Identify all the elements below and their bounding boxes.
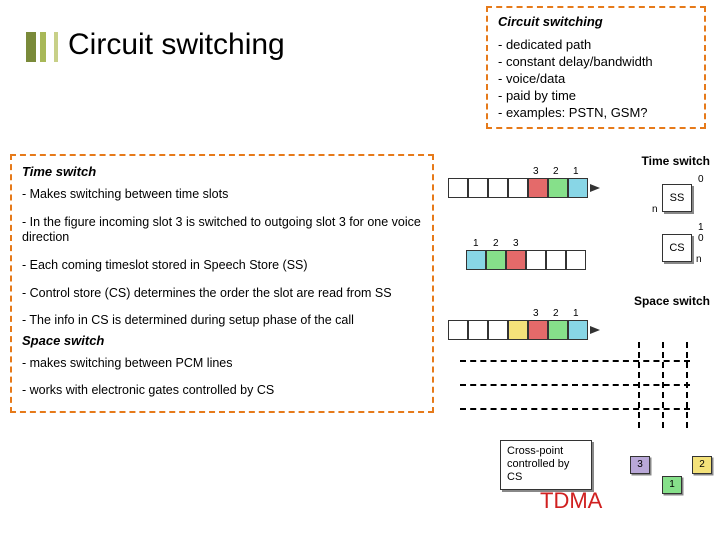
slotbar-top-output — [466, 250, 586, 270]
digit-label: 1 — [573, 166, 579, 177]
label-one-zero: 10 — [698, 222, 704, 244]
section-title-time: Time switch — [22, 164, 422, 179]
label-space-switch: Space switch — [634, 294, 710, 308]
list-item: - Control store (CS) determines the orde… — [22, 286, 422, 302]
space-switch-list: - makes switching between PCM lines - wo… — [22, 356, 422, 399]
label-n: n — [652, 204, 658, 215]
dashed-line — [686, 342, 688, 428]
digit-label: 3 — [513, 238, 519, 249]
slot-cell — [548, 320, 568, 340]
slot-cell — [468, 320, 488, 340]
arrow-icon — [590, 326, 600, 334]
callout-item: - dedicated path — [498, 37, 694, 54]
callout-item: - voice/data — [498, 71, 694, 88]
crosspoint-label: Cross-point controlled by CS — [500, 440, 592, 490]
label-time-switch: Time switch — [642, 154, 710, 168]
slot-cell — [528, 320, 548, 340]
digit-label: 1 — [573, 308, 579, 319]
slot-cell — [466, 250, 486, 270]
slot-cell — [526, 250, 546, 270]
slot-cell — [508, 178, 528, 198]
dashed-line — [638, 342, 640, 428]
dashed-line — [460, 384, 690, 386]
callout-circuit-switching: Circuit switching - dedicated path - con… — [486, 6, 706, 129]
list-item: - Each coming timeslot stored in Speech … — [22, 258, 422, 274]
callout-title: Circuit switching — [498, 14, 694, 29]
slot-cell — [448, 178, 468, 198]
callout-list: - dedicated path - constant delay/bandwi… — [498, 37, 694, 121]
slot-cell — [488, 178, 508, 198]
slotbar-top-input — [448, 178, 588, 198]
chip-label: 3 — [630, 456, 650, 474]
slot-cell — [528, 178, 548, 198]
digit-label: 1 — [473, 238, 479, 249]
callout-item: - constant delay/bandwidth — [498, 54, 694, 71]
slot-cell — [468, 178, 488, 198]
list-item: - Makes switching between time slots — [22, 187, 422, 203]
list-item: - makes switching between PCM lines — [22, 356, 422, 372]
slot-cell — [568, 320, 588, 340]
chip-label: 1 — [662, 476, 682, 494]
tdma-label: TDMA — [540, 488, 602, 514]
arrow-icon — [590, 184, 600, 192]
title-accent-bar — [26, 32, 56, 62]
dashed-line — [460, 360, 690, 362]
slot-cell — [568, 178, 588, 198]
digit-label: 2 — [553, 308, 559, 319]
slot-cell — [448, 320, 468, 340]
slide-title: Circuit switching — [68, 28, 285, 62]
slot-cell — [486, 250, 506, 270]
slot-cell — [566, 250, 586, 270]
control-store: CS — [662, 234, 692, 262]
digit-label: 2 — [553, 166, 559, 177]
chip-label: 2 — [692, 456, 712, 474]
list-item: - The info in CS is determined during se… — [22, 313, 422, 329]
callout-item: - paid by time — [498, 88, 694, 105]
digit-label: 3 — [533, 166, 539, 177]
callout-time-space-switch: Time switch - Makes switching between ti… — [10, 154, 434, 413]
slot-cell — [546, 250, 566, 270]
dashed-line — [662, 342, 664, 428]
time-switch-list: - Makes switching between time slots - I… — [22, 187, 422, 329]
slot-cell — [488, 320, 508, 340]
speech-store: SS — [662, 184, 692, 212]
callout-item: - examples: PSTN, GSM? — [498, 105, 694, 122]
label-n: n — [696, 254, 702, 265]
slot-cell — [548, 178, 568, 198]
digit-label: 2 — [493, 238, 499, 249]
diagram-area: Time switch 3 2 1 1 2 3 SS 0 n CS 10 n S… — [440, 160, 716, 500]
digit-label: 3 — [533, 308, 539, 319]
list-item: - works with electronic gates controlled… — [22, 383, 422, 399]
slotbar-bottom-input — [448, 320, 588, 340]
list-item: - In the figure incoming slot 3 is switc… — [22, 215, 422, 246]
section-title-space: Space switch — [22, 333, 422, 348]
slot-cell — [506, 250, 526, 270]
dashed-line — [460, 408, 690, 410]
label-zero: 0 — [698, 174, 704, 185]
slot-cell — [508, 320, 528, 340]
